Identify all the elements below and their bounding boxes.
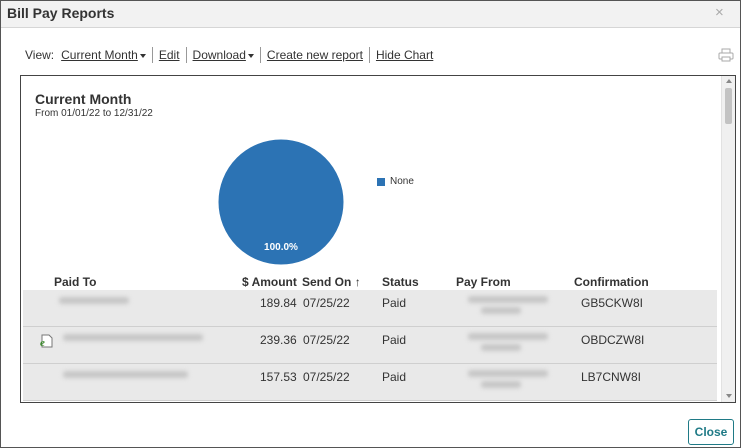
scroll-up-icon[interactable] [726,79,732,83]
column-header-pay-from[interactable]: Pay From [456,275,511,289]
redacted-payee [59,297,129,304]
legend-label: None [390,176,414,187]
vertical-scrollbar[interactable] [721,76,735,402]
report-title: Current Month [35,91,132,107]
toolbar-divider [185,47,187,63]
table-row[interactable]: 189.84 07/25/22 Paid GB5CKW8I [23,290,717,327]
report-panel: Current Month From 01/01/22 to 12/31/22 … [20,75,736,403]
redacted-pay-from [468,333,548,340]
table-row[interactable]: e 239.36 07/25/22 Paid OBDCZW8I [23,327,717,364]
send-on-cell: 07/25/22 [303,296,350,310]
amount-cell: 157.53 [260,370,297,384]
redacted-pay-from [481,307,521,314]
legend-swatch [377,177,385,186]
pie-chart: 100.0% [217,138,345,266]
dialog-title: Bill Pay Reports [7,5,115,21]
download-link[interactable]: Download [193,48,246,62]
status-cell: Paid [382,296,407,310]
status-cell: Paid [382,370,407,384]
column-header-send-on[interactable]: Send On ↑ [302,275,361,289]
confirmation-cell: LB7CNW8I [581,370,642,384]
pie-slice-label: 100.0% [264,242,298,253]
send-on-cell: 07/25/22 [303,333,350,347]
toolbar-divider [368,47,370,63]
create-new-report-link[interactable]: Create new report [267,48,363,62]
column-header-status[interactable]: Status [382,275,419,289]
redacted-pay-from [481,344,521,351]
close-button[interactable]: Close [688,419,734,445]
sort-ascending-icon: ↑ [354,275,361,289]
status-cell: Paid [382,333,407,347]
close-icon[interactable]: × [715,4,724,21]
column-header-send-on-label: Send On [302,275,352,289]
bill-pay-reports-dialog: Bill Pay Reports × View: Current Month E… [0,0,741,448]
report-date-range: From 01/01/22 to 12/31/22 [35,108,153,119]
scroll-down-icon[interactable] [726,394,732,398]
edit-link[interactable]: Edit [159,48,180,62]
view-label: View: [25,48,55,62]
printer-icon[interactable] [718,48,734,62]
scroll-thumb[interactable] [725,88,732,124]
chevron-down-icon [247,53,254,58]
report-toolbar: View: Current Month Edit Download Create… [25,46,433,64]
view-dropdown-value[interactable]: Current Month [61,48,138,62]
column-header-confirmation[interactable]: Confirmation [574,275,649,289]
amount-cell: 189.84 [260,296,297,310]
confirmation-cell: OBDCZW8I [581,333,645,347]
hide-chart-link[interactable]: Hide Chart [376,48,433,62]
download-dropdown[interactable]: Download [193,48,254,62]
title-bar: Bill Pay Reports × [1,1,740,28]
send-on-cell: 07/25/22 [303,370,350,384]
redacted-pay-from [468,296,548,303]
ebill-icon[interactable]: e [40,334,53,348]
svg-text:e: e [40,337,45,348]
redacted-pay-from [481,381,521,388]
table-row[interactable]: 157.53 07/25/22 Paid LB7CNW8I [23,364,717,401]
chevron-down-icon [139,53,146,58]
column-header-amount[interactable]: $ Amount [242,275,297,289]
confirmation-cell: GB5CKW8I [581,296,644,310]
chart-legend: None [377,176,414,187]
redacted-payee [63,371,188,378]
amount-cell: 239.36 [260,333,297,347]
redacted-pay-from [468,370,548,377]
toolbar-divider [151,47,153,63]
redacted-payee [63,334,203,341]
toolbar-divider [259,47,261,63]
view-dropdown[interactable]: Current Month [61,48,146,62]
column-header-paid-to[interactable]: Paid To [54,275,96,289]
